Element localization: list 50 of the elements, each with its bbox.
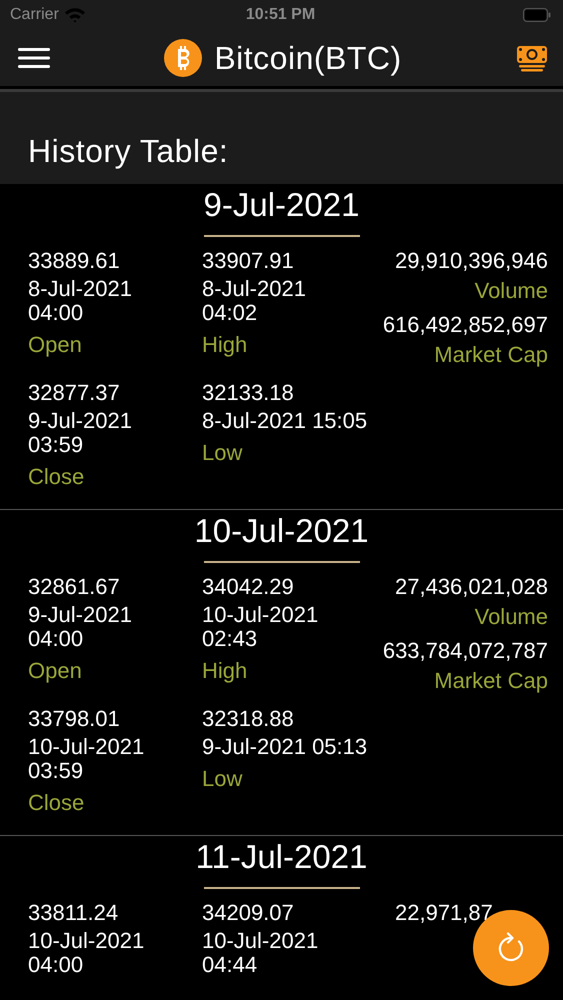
timestamp: 10-Jul-2021 03:59 [28, 735, 146, 783]
menu-icon[interactable] [18, 48, 50, 68]
price-value: 32877.37 [28, 381, 121, 405]
date-heading: 10-Jul-2021 [194, 512, 369, 550]
price-value: 34209.07 [202, 901, 295, 925]
price-label: Open [28, 333, 83, 357]
price-value: 33811.24 [28, 901, 120, 925]
status-time: 10:51 PM [246, 6, 316, 24]
price-label: Close [28, 791, 86, 815]
price-value: 33907.91 [202, 249, 295, 273]
carrier-name: Carrier [10, 6, 59, 24]
timestamp: 8-Jul-2021 04:02 [202, 277, 307, 325]
price-label: Close [28, 465, 86, 489]
stat-label: Volume [474, 605, 548, 629]
price-label: High [202, 659, 248, 683]
timestamp: 9-Jul-2021 04:00 [28, 603, 133, 651]
price-value: 33798.01 [28, 707, 121, 731]
bitcoin-logo-icon [164, 39, 202, 77]
stat-label: Volume [474, 279, 548, 303]
stat-value: 29,910,396,946 [395, 249, 548, 273]
timestamp: 10-Jul-2021 04:00 [28, 929, 146, 977]
timestamp: 10-Jul-2021 04:44 [202, 929, 320, 977]
price-value: 32133.18 [202, 381, 295, 405]
banknote-icon[interactable] [516, 44, 548, 72]
timestamp: 10-Jul-2021 02:43 [202, 603, 320, 651]
stat-value: 633,784,072,787 [382, 639, 548, 663]
wifi-icon [64, 7, 86, 23]
refresh-icon [496, 932, 526, 964]
section-title: History Table: [28, 133, 228, 170]
stat-label: Market Cap [434, 343, 548, 367]
stat-label: Market Cap [434, 669, 548, 693]
price-value: 33889.61 [28, 249, 121, 273]
timestamp: 8-Jul-2021 04:00 [28, 277, 133, 325]
price-value: 32318.88 [202, 707, 295, 731]
timestamp: 9-Jul-2021 05:13 [202, 735, 368, 759]
stat-value: 27,436,021,028 [395, 575, 548, 599]
date-heading: 9-Jul-2021 [204, 186, 360, 224]
date-heading: 11-Jul-2021 [196, 838, 368, 876]
price-value: 34042.29 [202, 575, 295, 599]
price-label: Open [28, 659, 83, 683]
timestamp: 8-Jul-2021 15:05 [202, 409, 368, 433]
price-value: 32861.67 [28, 575, 121, 599]
price-label: Low [202, 441, 244, 465]
battery-icon [523, 8, 551, 22]
timestamp: 9-Jul-2021 03:59 [28, 409, 133, 457]
page-title: Bitcoin(BTC) [214, 40, 402, 76]
stat-value: 22,971,87 [395, 901, 494, 925]
stat-value: 616,492,852,697 [382, 313, 548, 337]
price-label: High [202, 333, 248, 357]
price-label: Low [202, 767, 244, 791]
